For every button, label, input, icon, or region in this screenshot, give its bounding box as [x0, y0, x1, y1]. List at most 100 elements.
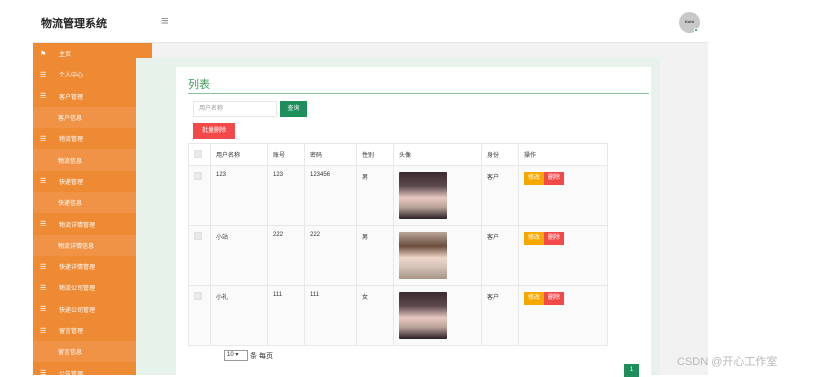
sidebar-item[interactable]: ☰快递管理▴	[33, 170, 152, 193]
sidebar-item-label: 快递信息	[58, 201, 83, 208]
list-panel: 列表 用户名称 查询 批量删除 用户名称 账号 密码 性别 头像 身份 操作 1…	[176, 67, 651, 375]
menu-icon: ☰	[40, 284, 47, 292]
sidebar-item-label: 快递管理	[59, 179, 84, 186]
cell-account: 123	[267, 165, 305, 226]
col-header: 操作	[518, 143, 608, 166]
col-header: 用户名称	[210, 143, 268, 166]
cell-password: 222	[304, 225, 357, 286]
per-page-label: 条 每页	[250, 352, 273, 360]
avatar-photo	[399, 172, 447, 219]
avatar[interactable]: Kohi	[679, 12, 700, 33]
col-header: 身份	[481, 143, 519, 166]
sidebar-item-label: 物流详情信息	[58, 243, 95, 250]
cell-name: 小礼	[210, 285, 268, 346]
table-header-row: 用户名称 账号 密码 性别 头像 身份 操作	[188, 143, 608, 166]
avatar-text: Kohi	[685, 19, 694, 24]
sidebar-item[interactable]: ☰客户管理▴	[33, 85, 152, 107]
sidebar-item[interactable]: ☰快递公司管理▾	[33, 298, 152, 320]
row-checkbox[interactable]	[194, 292, 202, 300]
edit-button[interactable]: 修改	[524, 172, 545, 185]
edit-button[interactable]: 修改	[524, 292, 545, 305]
menu-icon: ☰	[40, 327, 47, 335]
sidebar-item[interactable]: 留言信息	[33, 341, 152, 363]
sidebar-item[interactable]: ☰物流公司管理▾	[33, 277, 152, 299]
sidebar-item-label: 物流公司管理	[59, 286, 96, 293]
select-cell	[188, 285, 211, 346]
cell-account: 222	[267, 225, 305, 286]
cell-gender: 男	[356, 225, 394, 286]
delete-button[interactable]: 删除	[544, 292, 565, 305]
search-input[interactable]: 用户名称	[193, 101, 277, 117]
select-cell	[188, 165, 211, 226]
panel-divider	[188, 93, 649, 94]
sidebar-item-label: 快递公司管理	[59, 307, 96, 314]
cell-actions: 修改 删除	[518, 285, 608, 346]
sidebar-item-label: 物流信息	[58, 158, 83, 165]
flag-icon: ⚑	[40, 50, 47, 58]
sidebar-item-label: 快递详情管理	[59, 265, 96, 272]
select-all-cell	[188, 143, 211, 166]
cell-account: 111	[267, 285, 305, 346]
cell-name: 小站	[210, 225, 268, 286]
sidebar-item[interactable]: ⚑ 主页	[33, 43, 152, 65]
sidebar-item-label: 物流详情管理	[59, 222, 96, 229]
top-header: 物流管理系统 ≡ Kohi	[33, 0, 708, 43]
page-button-current[interactable]: 1	[624, 364, 639, 377]
watermark: CSDN @开心工作室	[677, 356, 778, 368]
brand-title: 物流管理系统	[41, 18, 107, 30]
col-header: 账号	[267, 143, 305, 166]
sidebar-item-label: 客户信息	[58, 116, 83, 123]
select-all-checkbox[interactable]	[194, 149, 202, 158]
sidebar-item[interactable]: 物流信息	[33, 149, 152, 171]
cell-password: 123456	[304, 165, 357, 226]
sidebar-item[interactable]: ☰物流管理▴	[33, 128, 152, 150]
sidebar-item-label: 主页	[59, 52, 72, 59]
cell-avatar	[393, 285, 482, 346]
sidebar-item[interactable]: ☰个人中心▾	[33, 64, 152, 86]
table-row: 123 123 123456 男客户 修改 删除	[188, 165, 608, 226]
sidebar-item[interactable]: ☰快递详情管理▾	[33, 255, 152, 278]
user-table: 用户名称 账号 密码 性别 头像 身份 操作 123 123 123456 男客户 修改…	[188, 143, 608, 346]
cell-password: 111	[304, 285, 357, 346]
page-size-select[interactable]: 10 ▾	[224, 350, 248, 361]
sidebar-item[interactable]: ☰物流详情管理▴	[33, 213, 152, 235]
sidebar-item-label: 留言管理	[59, 329, 84, 335]
row-checkbox[interactable]	[194, 172, 202, 180]
sidebar-item-label: 公告管理	[59, 371, 84, 375]
cell-avatar	[393, 165, 482, 226]
search-button[interactable]: 查询	[280, 101, 307, 117]
cell-gender: 男	[356, 165, 394, 226]
row-checkbox[interactable]	[194, 232, 202, 240]
menu-icon: ☰	[40, 306, 47, 314]
delete-button[interactable]: 删除	[544, 232, 565, 245]
sidebar-item[interactable]: 物流详情信息	[33, 234, 152, 256]
cell-gender: 女	[356, 285, 394, 346]
edit-button[interactable]: 修改	[524, 232, 545, 245]
avatar-photo	[399, 232, 447, 279]
menu-icon: ☰	[40, 221, 47, 229]
cell-name: 123	[210, 165, 268, 226]
delete-button[interactable]: 删除	[544, 172, 565, 185]
table-row: 小礼 111 111 女客户 修改 删除	[188, 285, 608, 346]
sidebar-item[interactable]: 快递信息	[33, 192, 152, 214]
avatar-photo	[399, 292, 447, 339]
sidebar: ⚑主页☰个人中心▾☰客户管理▴客户信息☰物流管理▴物流信息☰快递管理▴快递信息☰…	[33, 43, 152, 375]
page-size-control: 10 ▾ 条 每页	[224, 350, 273, 361]
batch-delete-button[interactable]: 批量删除	[193, 123, 235, 139]
menu-icon: ☰	[40, 135, 47, 143]
menu-toggle-icon[interactable]: ≡	[161, 14, 169, 27]
sidebar-item[interactable]: ☰留言管理▴	[33, 319, 152, 342]
sidebar-item[interactable]: 客户信息	[33, 106, 152, 129]
cell-actions: 修改 删除	[518, 225, 608, 286]
online-status-icon	[694, 28, 698, 32]
cell-role: 客户	[481, 225, 519, 286]
sidebar-item-label: 个人中心	[59, 73, 84, 80]
sidebar-item-label: 物流管理	[59, 137, 84, 144]
col-header: 性别	[356, 143, 394, 166]
cell-role: 客户	[481, 285, 519, 346]
cell-avatar	[393, 225, 482, 286]
menu-icon: ☰	[40, 178, 47, 186]
sidebar-item-label: 留言信息	[58, 350, 83, 357]
col-header: 密码	[304, 143, 357, 166]
sidebar-item[interactable]: ☰公告管理▴	[33, 362, 152, 375]
